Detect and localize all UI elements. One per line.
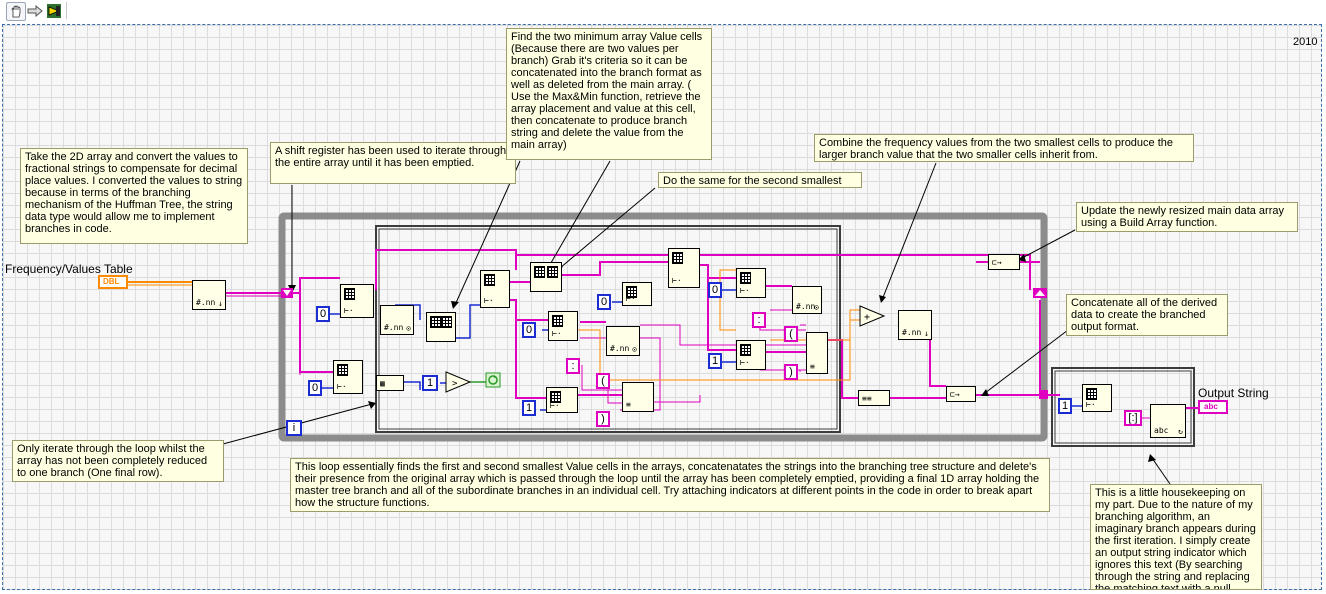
index-zero-constant-4[interactable]: 0	[708, 282, 722, 298]
dbl-type-label: DBL	[103, 277, 120, 286]
number-to-string-node-4[interactable]: #.nn ↓	[898, 310, 932, 340]
index-one-constant[interactable]: 1	[522, 400, 536, 416]
index-output-array-node[interactable]: ⊢·	[1082, 384, 1112, 412]
note-update-array[interactable]: Update the newly resized main data array…	[1076, 202, 1298, 232]
index-zero-constant-3[interactable]: 0	[597, 294, 611, 310]
note-second-smallest[interactable]: Do the same for the second smallest valu…	[658, 172, 862, 188]
output-index-one-constant[interactable]: 1	[1058, 398, 1072, 414]
index-zero-constant-2[interactable]: 0	[522, 322, 536, 338]
concatenate-strings-node-2[interactable]: ≡	[806, 332, 828, 374]
build-array-node-3[interactable]: ⊏→	[988, 254, 1020, 270]
number-to-string-node-2[interactable]: #.nn ⊙	[606, 326, 640, 356]
colon-string-constant[interactable]: :	[566, 358, 580, 374]
output-string-label: Output String	[1198, 386, 1269, 400]
note-loop-summary[interactable]: This loop essentially finds the first an…	[290, 458, 1050, 512]
array-iterate-node[interactable]: ▦	[376, 375, 404, 391]
index-one-constant-2[interactable]: 1	[708, 353, 722, 369]
string-to-number-node[interactable]: #.nn ⊙	[380, 305, 414, 335]
index-array-node-5[interactable]: ⊢·	[736, 268, 766, 298]
concatenate-strings-node-1[interactable]: ≡	[622, 382, 654, 412]
string-type-label: abc	[1204, 402, 1218, 411]
colon-string-constant-2[interactable]: :	[752, 312, 766, 328]
svg-text:>: >	[452, 379, 458, 389]
close-paren-string-constant[interactable]: )	[596, 411, 610, 427]
search-replace-string-node[interactable]: abc ↻	[1150, 404, 1186, 438]
close-paren-string-constant-2[interactable]: )	[784, 364, 798, 380]
array-subset-node[interactable]	[426, 312, 456, 342]
note-find-minimum[interactable]: Find the two minimum array Value cells (…	[506, 28, 712, 160]
number-to-fractional-string-node[interactable]: #.nn ↓	[192, 280, 226, 310]
svg-text:+: +	[864, 312, 870, 323]
open-paren-string-constant-2[interactable]: (	[784, 326, 798, 342]
index-array-min-node[interactable]: ⊢·	[480, 270, 510, 308]
output-string-terminal[interactable]: abc	[1198, 400, 1228, 414]
compare-one-constant[interactable]: 1	[422, 375, 438, 391]
index-array-node-3[interactable]: ⊢·	[546, 387, 578, 413]
note-shift-register[interactable]: A shift register has been used to iterat…	[270, 142, 516, 184]
number-to-string-node-3[interactable]: #.nn ⊙	[792, 286, 822, 314]
index-array-node-6[interactable]: ⊢·	[736, 340, 766, 370]
build-array-node-2[interactable]: ⊏→	[946, 386, 976, 402]
frequency-table-label: Frequency/Values Table	[5, 262, 133, 276]
delete-from-array-node-1[interactable]	[530, 262, 562, 292]
shift-register-right	[1033, 288, 1047, 298]
greater-than-node: >	[445, 371, 472, 393]
size-zero-constant[interactable]: 0	[308, 380, 322, 396]
note-housekeeping[interactable]: This is a little housekeeping on my part…	[1090, 484, 1262, 590]
build-array-node-1[interactable]: ≡≡	[858, 390, 890, 406]
loop-condition-terminal	[485, 372, 501, 388]
index-array-node[interactable]: ⊢·	[340, 284, 374, 318]
open-paren-string-constant[interactable]: (	[596, 373, 610, 389]
note-combine[interactable]: Combine the frequency values from the tw…	[814, 134, 1194, 162]
index-array-node-2[interactable]: ⊢·	[548, 311, 578, 341]
shift-register-left	[281, 288, 293, 298]
index-array-node-4[interactable]: ⊢·	[622, 282, 652, 306]
search-pattern-string-constant[interactable]: [:]	[1124, 410, 1142, 426]
note-convert[interactable]: Take the 2D array and convert the values…	[20, 148, 248, 244]
array-size-node[interactable]: ⊢·	[333, 360, 363, 394]
delete-from-array-node-2[interactable]: ⊢·	[668, 248, 700, 288]
index-zero-constant[interactable]: 0	[316, 306, 330, 322]
note-iterate[interactable]: Only iterate through the loop whilst the…	[12, 440, 224, 482]
frequency-table-terminal[interactable]: DBL	[98, 275, 128, 289]
iteration-terminal[interactable]: i	[286, 420, 302, 436]
add-node: +	[859, 305, 886, 327]
note-concatenate[interactable]: Concatenate all of the derived data to c…	[1066, 294, 1228, 336]
